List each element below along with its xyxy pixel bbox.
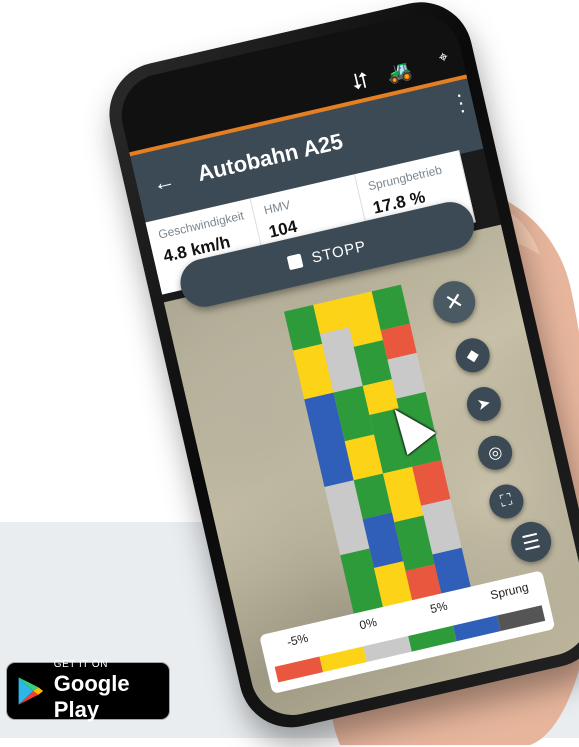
legend-swatch bbox=[319, 646, 368, 673]
badge-top-text: GET IT ON bbox=[53, 659, 108, 670]
legend-swatch bbox=[363, 636, 412, 662]
legend-swatch bbox=[408, 625, 457, 652]
phone-screen: ← Autobahn A25 ⮃ 🚜 ⌖ · · · Geschwindigkeit… bbox=[113, 6, 579, 724]
back-arrow-icon[interactable]: ← bbox=[150, 167, 177, 197]
stop-square-icon bbox=[286, 253, 304, 271]
legend-swatch bbox=[274, 656, 323, 683]
badge-main-text: Google Play bbox=[53, 671, 130, 722]
google-play-badge[interactable]: GET IT ON Google Play bbox=[6, 659, 170, 723]
more-vertical-icon[interactable]: · · · bbox=[453, 81, 469, 123]
stop-label: STOPP bbox=[309, 237, 368, 267]
legend-swatch bbox=[497, 605, 546, 632]
google-play-icon bbox=[18, 677, 44, 705]
legend-swatch bbox=[452, 615, 501, 642]
badge-text: GET IT ON Google Play bbox=[54, 659, 169, 723]
app-title: Autobahn A25 bbox=[195, 128, 346, 187]
